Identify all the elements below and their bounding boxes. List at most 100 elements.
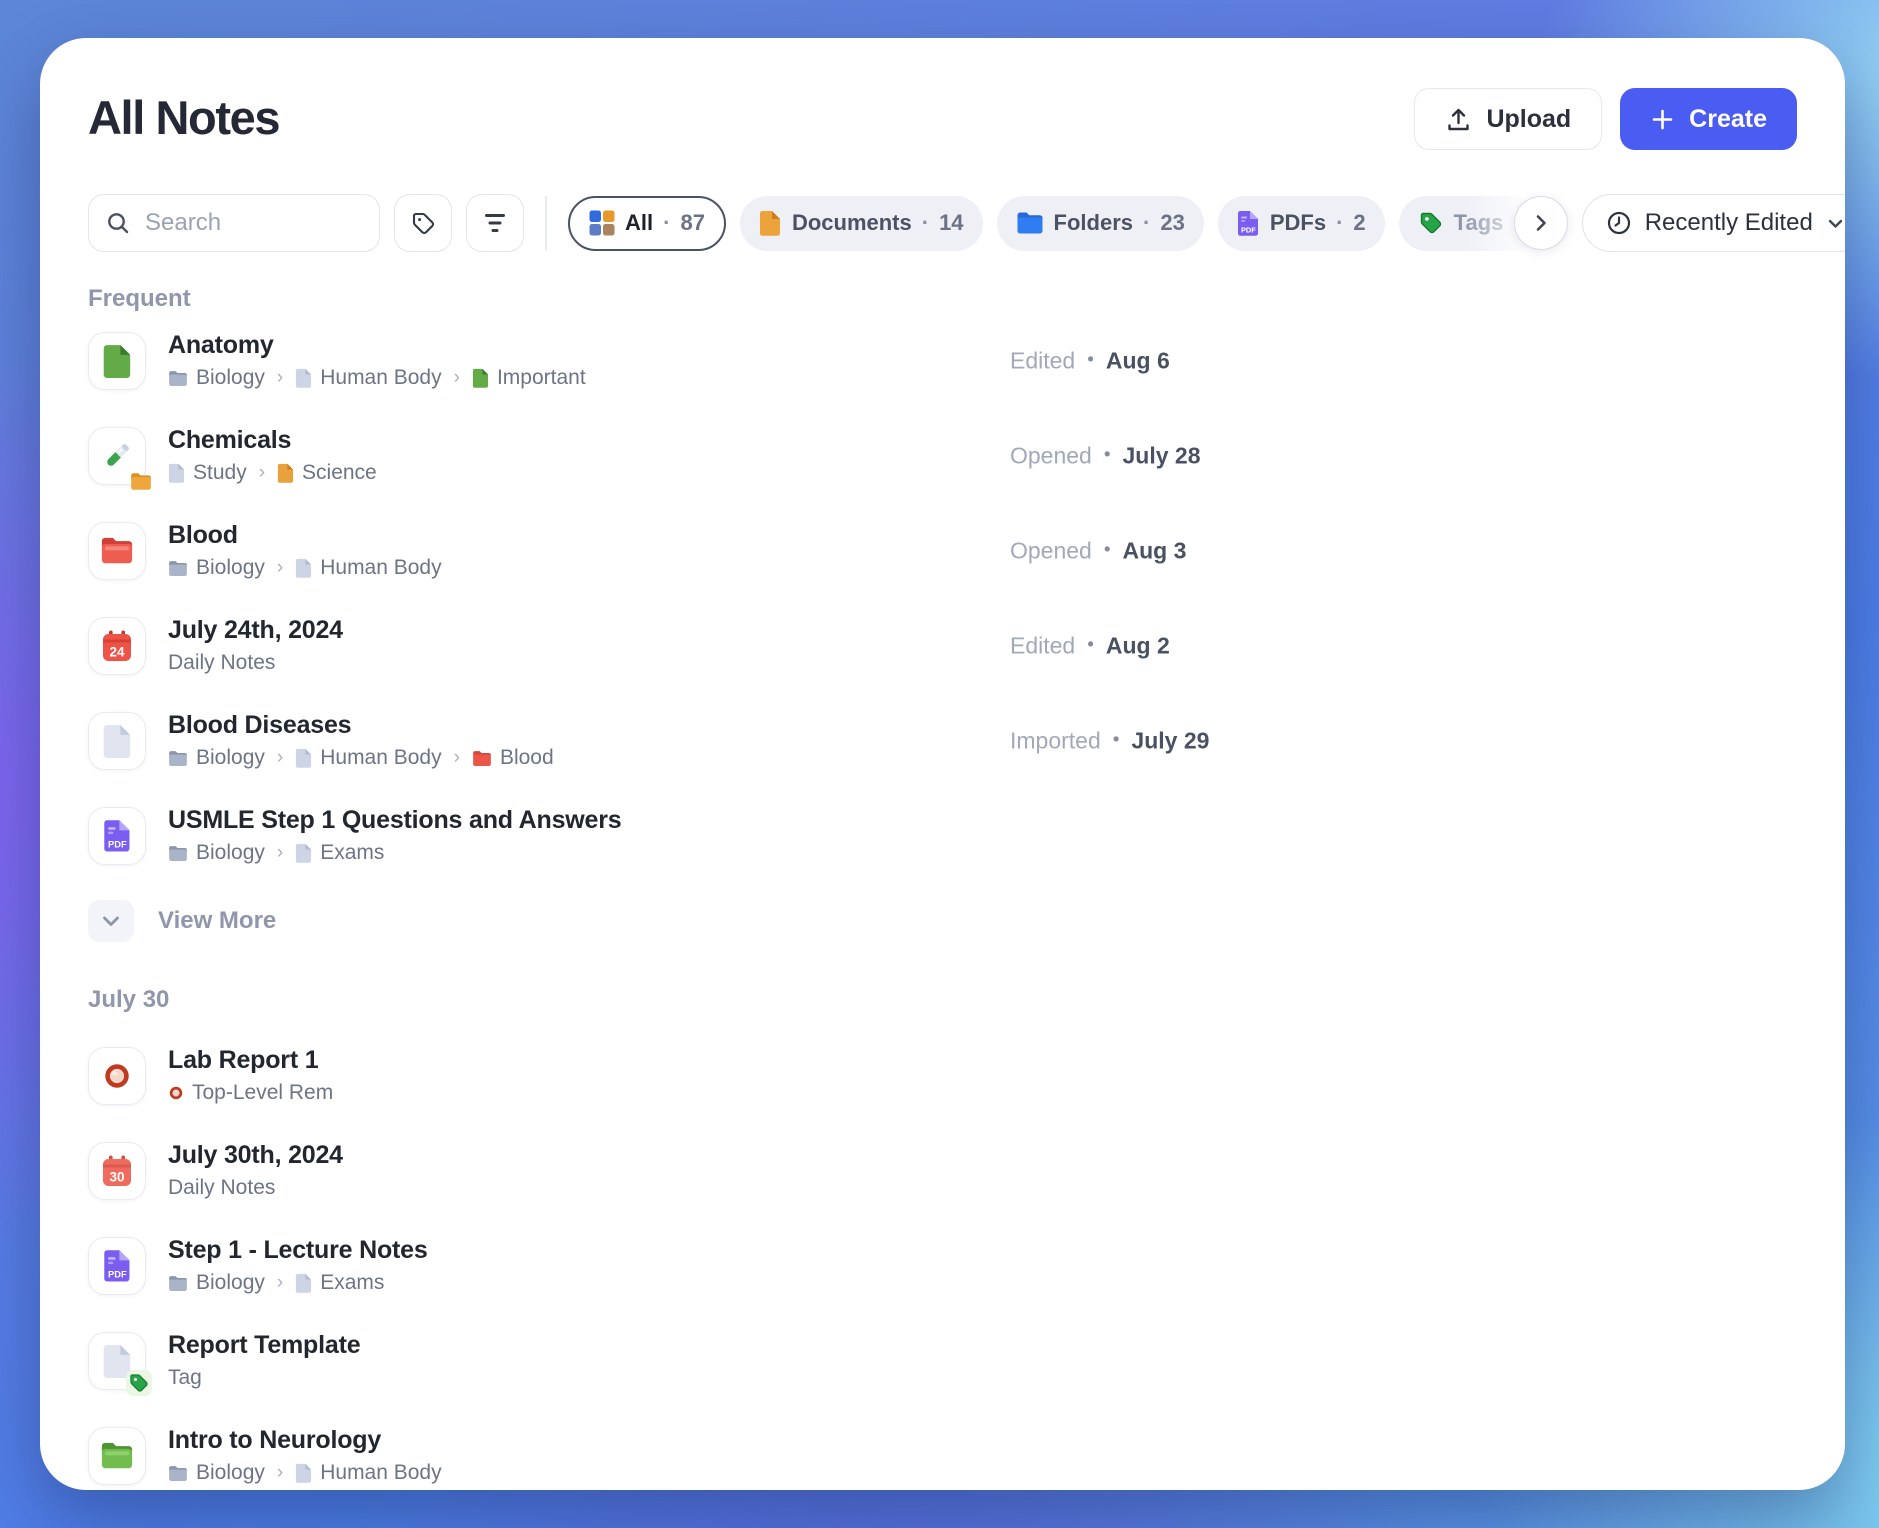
document-light-icon — [296, 1274, 311, 1293]
note-meta: Opened • July 28 — [1010, 442, 1201, 469]
breadcrumb-item: Top-Level Rem — [168, 1081, 333, 1105]
filter-chip-folders[interactable]: Folders · 23 — [997, 196, 1204, 251]
note-subtitle: Tag — [168, 1366, 360, 1390]
document-icon — [759, 210, 782, 237]
chips-scroll-right-button[interactable] — [1514, 196, 1568, 250]
search-box[interactable] — [88, 194, 380, 252]
meta-separator: • — [1087, 635, 1094, 657]
note-icon-tile — [88, 522, 146, 580]
search-input[interactable] — [143, 208, 363, 238]
note-meta: Imported • July 29 — [1010, 727, 1209, 754]
note-text: Blood Diseases Biology › Human Body › Bl… — [168, 711, 554, 770]
breadcrumb-separator: › — [257, 461, 267, 485]
note-icon-tile: 24 — [88, 617, 146, 675]
header-actions: Upload Create — [1414, 88, 1797, 150]
breadcrumb-item: Human Body — [295, 746, 441, 770]
breadcrumb-item: Blood — [472, 746, 554, 770]
document-light-icon — [169, 464, 184, 483]
calendar-icon: 24 — [101, 630, 133, 662]
list-item[interactable]: PDF USMLE Step 1 Questions and Answers B… — [88, 788, 1797, 883]
list-item[interactable]: 30 July 30th, 2024 Daily Notes — [88, 1123, 1797, 1218]
note-icon-tile — [88, 1332, 146, 1390]
breadcrumb-separator: › — [275, 746, 285, 770]
breadcrumb-separator: › — [452, 366, 462, 390]
list-item[interactable]: Lab Report 1 Top-Level Rem — [88, 1028, 1797, 1123]
note-title: USMLE Step 1 Questions and Answers — [168, 806, 621, 834]
upload-button[interactable]: Upload — [1414, 88, 1602, 150]
chip-label: All — [625, 210, 653, 236]
breadcrumb-separator: › — [275, 1271, 285, 1295]
note-title: Step 1 - Lecture Notes — [168, 1236, 428, 1264]
document-light-icon — [296, 749, 311, 768]
chip-count: 87 — [680, 210, 704, 236]
note-subtitle: Daily Notes — [168, 1176, 343, 1200]
tag-green-icon — [126, 1370, 152, 1396]
breadcrumb: Biology › Human Body — [168, 1461, 442, 1485]
page-title: All Notes — [88, 88, 279, 148]
july-30-list: Lab Report 1 Top-Level Rem 30 July 30th,… — [88, 1028, 1797, 1490]
desktop-background: All Notes Upload Create — [0, 0, 1879, 1528]
breadcrumb-item: Human Body — [295, 556, 441, 580]
chevron-down-icon — [88, 900, 134, 942]
breadcrumb: Biology › Exams — [168, 1271, 428, 1295]
breadcrumb-item: Biology — [168, 841, 265, 865]
svg-text:24: 24 — [109, 644, 125, 659]
breadcrumb-item: Biology — [168, 746, 265, 770]
sort-dropdown-label: Recently Edited — [1645, 209, 1813, 237]
breadcrumb-item: Human Body — [295, 366, 441, 390]
note-text: Lab Report 1 Top-Level Rem — [168, 1046, 333, 1105]
note-text: Step 1 - Lecture Notes Biology › Exams — [168, 1236, 428, 1295]
breadcrumb-separator: › — [275, 841, 285, 865]
note-icon-tile — [88, 1047, 146, 1105]
svg-text:PDF: PDF — [108, 839, 127, 849]
list-item[interactable]: Chemicals Study › Science Opened • July … — [88, 408, 1797, 503]
note-icon-tile — [88, 332, 146, 390]
filter-chip-documents[interactable]: Documents · 14 — [740, 196, 983, 251]
chip-count-separator: · — [1336, 210, 1343, 236]
breadcrumb: Biology › Exams — [168, 841, 621, 865]
breadcrumb-item: Biology — [168, 556, 265, 580]
filter-chip-all[interactable]: All · 87 — [568, 196, 726, 251]
chevron-right-icon — [1531, 213, 1551, 233]
view-more-button[interactable]: View More — [88, 883, 1797, 959]
filter-chip-pdfs[interactable]: PDF PDFs · 2 — [1218, 196, 1385, 251]
tag-filter-button[interactable] — [394, 194, 452, 252]
list-item[interactable]: Report Template Tag — [88, 1313, 1797, 1408]
filter-button[interactable] — [466, 194, 524, 252]
svg-text:30: 30 — [109, 1169, 124, 1184]
folder-orange-icon — [130, 472, 152, 491]
note-title: Chemicals — [168, 426, 377, 454]
list-item[interactable]: Blood Diseases Biology › Human Body › Bl… — [88, 693, 1797, 788]
section-heading-july-30: July 30 — [88, 986, 1797, 1014]
create-button-label: Create — [1689, 105, 1767, 134]
list-item[interactable]: Blood Biology › Human Body Opened • Aug … — [88, 503, 1797, 598]
note-text: July 24th, 2024 Daily Notes — [168, 616, 343, 675]
list-item[interactable]: 24 July 24th, 2024 Daily Notes Edited • … — [88, 598, 1797, 693]
tag-icon — [1418, 210, 1444, 236]
all-notes-panel: All Notes Upload Create — [40, 38, 1845, 1490]
note-icon-tile: PDF — [88, 807, 146, 865]
meta-separator: • — [1087, 350, 1094, 372]
search-icon — [105, 210, 131, 236]
list-item[interactable]: Intro to Neurology Biology › Human Body — [88, 1408, 1797, 1490]
document-light-icon — [296, 369, 311, 388]
chip-label: Documents — [792, 210, 912, 236]
folder-green-icon — [100, 1441, 134, 1470]
breadcrumb: Biology › Human Body › Important — [168, 366, 586, 390]
list-item[interactable]: PDF Step 1 - Lecture Notes Biology › Exa… — [88, 1218, 1797, 1313]
note-title: Blood Diseases — [168, 711, 554, 739]
document-green-icon — [102, 344, 132, 378]
view-more-label: View More — [158, 907, 276, 935]
chip-count: 14 — [939, 210, 963, 236]
note-text: Report Template Tag — [168, 1331, 360, 1390]
note-title: Report Template — [168, 1331, 360, 1359]
note-title: July 30th, 2024 — [168, 1141, 343, 1169]
note-icon-tile — [88, 427, 146, 485]
list-item[interactable]: Anatomy Biology › Human Body › Important… — [88, 313, 1797, 408]
note-meta: Opened • Aug 3 — [1010, 537, 1186, 564]
sort-dropdown[interactable]: Recently Edited — [1582, 194, 1845, 252]
toolbar: All · 87 Documents · 14 Folders · 23 PDF… — [88, 193, 1797, 253]
create-button[interactable]: Create — [1620, 88, 1797, 150]
chevron-down-icon — [1826, 214, 1845, 233]
section-heading-frequent: Frequent — [88, 285, 1797, 313]
